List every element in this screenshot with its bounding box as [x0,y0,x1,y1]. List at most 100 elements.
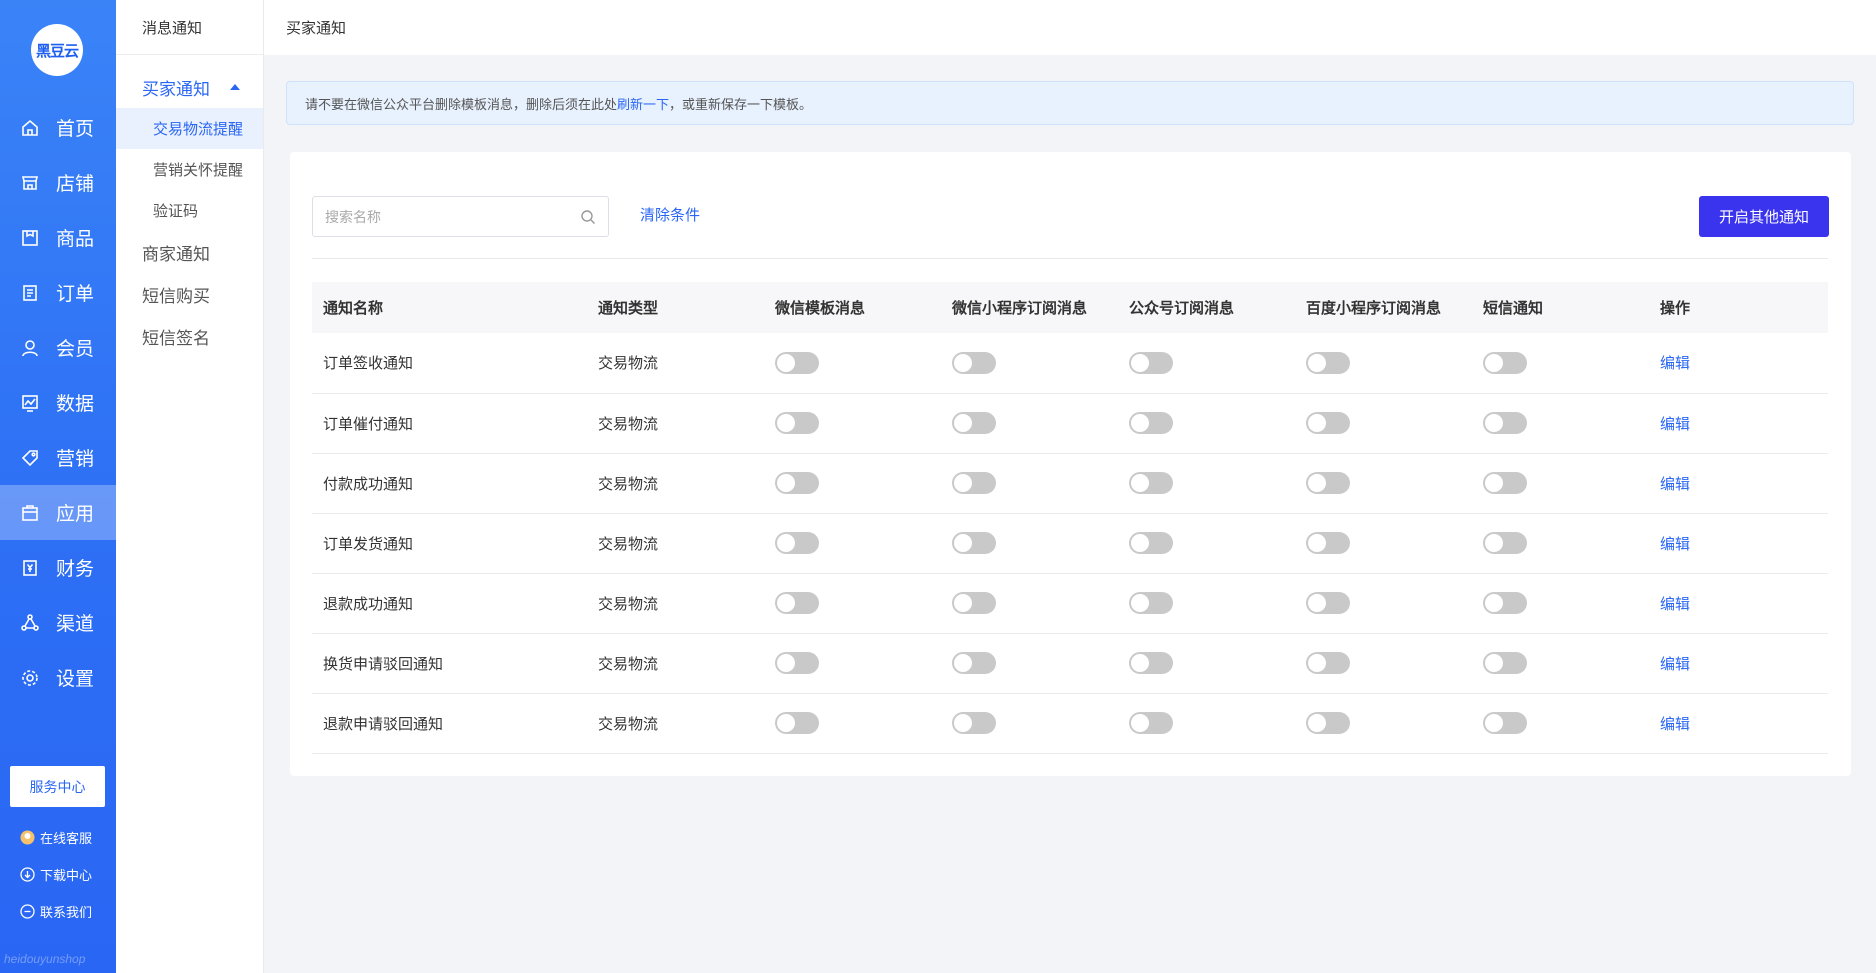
wechat-mini-toggle[interactable] [952,712,996,734]
col-header-type: 通知类型 [587,282,764,333]
download-center-link[interactable]: 下载中心 [20,865,92,884]
submenu-item-marketing-care[interactable]: 营销关怀提醒 [116,149,263,190]
wechat-mini-toggle[interactable] [952,351,996,374]
edit-link[interactable]: 编辑 [1660,656,1690,673]
official-account-toggle[interactable] [1129,592,1173,614]
enable-other-notifications-button[interactable]: 开启其他通知 [1699,196,1829,237]
brand-logo[interactable]: 黑豆云 [31,24,83,76]
wechat-mini-toggle[interactable] [952,592,996,614]
wechat-template-toggle[interactable] [775,412,819,434]
toggle-cell [1472,573,1649,634]
official-account-toggle[interactable] [1129,532,1173,554]
search-input[interactable] [325,208,580,225]
toggle-cell [1295,633,1472,694]
nav-settings[interactable]: 设置 [0,650,116,705]
official-account-toggle[interactable] [1129,712,1173,734]
wechat-mini-toggle[interactable] [952,652,996,674]
app-icon [20,503,40,523]
submenu-buyer-group[interactable]: 买家通知 [116,66,263,108]
submenu-sms-sign[interactable]: 短信签名 [116,315,263,357]
wechat-template-toggle[interactable] [775,351,819,374]
table-header-row: 通知名称 通知类型 微信模板消息 微信小程序订阅消息 公众号订阅消息 百度小程序… [312,282,1828,333]
sms-toggle[interactable] [1483,472,1527,494]
toggle-cell [941,333,1118,394]
sms-toggle[interactable] [1483,592,1527,614]
edit-link[interactable]: 编辑 [1660,596,1690,613]
nav-data[interactable]: 数据 [0,375,116,430]
notification-name: 付款成功通知 [312,453,587,514]
nav-order[interactable]: 订单 [0,265,116,320]
finance-icon [20,558,40,578]
search-box[interactable] [312,196,609,237]
contact-us-link[interactable]: 联系我们 [20,902,92,921]
nav-channel-label: 渠道 [56,614,95,635]
wechat-template-toggle[interactable] [775,712,819,734]
nav-app[interactable]: 应用 [0,485,116,540]
wechat-template-toggle[interactable] [775,472,819,494]
wechat-mini-toggle[interactable] [952,532,996,554]
sms-toggle[interactable] [1483,532,1527,554]
nav-goods[interactable]: 商品 [0,210,116,265]
wechat-mini-toggle[interactable] [952,412,996,434]
edit-link[interactable]: 编辑 [1660,355,1690,372]
download-icon [20,867,35,882]
service-center-button[interactable]: 服务中心 [10,766,105,807]
official-account-toggle[interactable] [1129,351,1173,374]
notification-type: 交易物流 [587,633,764,694]
baidu-mini-toggle[interactable] [1306,351,1350,374]
nav-goods-label: 商品 [56,229,95,250]
baidu-mini-toggle[interactable] [1306,412,1350,434]
official-account-toggle[interactable] [1129,472,1173,494]
wechat-template-toggle[interactable] [775,592,819,614]
toggle-cell [941,633,1118,694]
edit-link[interactable]: 编辑 [1660,416,1690,433]
notice-banner: 请不要在微信公众平台删除模板消息，删除后须在此处 刷新一下 ，或重新保存一下模板… [286,81,1854,125]
submenu-item-verify-code[interactable]: 验证码 [116,190,263,231]
toggle-cell [1118,633,1295,694]
search-icon[interactable] [580,209,596,225]
clear-filters-button[interactable]: 清除条件 [640,204,700,225]
baidu-mini-toggle[interactable] [1306,472,1350,494]
official-account-toggle[interactable] [1129,652,1173,674]
nav-member[interactable]: 会员 [0,320,116,375]
baidu-mini-toggle[interactable] [1306,712,1350,734]
nav-marketing-label: 营销 [56,449,95,470]
toggle-cell [941,393,1118,454]
wechat-template-toggle[interactable] [775,532,819,554]
submenu-merchant[interactable]: 商家通知 [116,231,263,273]
action-cell: 编辑 [1649,453,1828,514]
wechat-mini-toggle[interactable] [952,472,996,494]
notification-type: 交易物流 [587,513,764,574]
nav-home[interactable]: 首页 [0,100,116,155]
official-account-toggle[interactable] [1129,412,1173,434]
sms-toggle[interactable] [1483,412,1527,434]
online-service-label: 在线客服 [40,831,93,846]
col-header-wechat-mini: 微信小程序订阅消息 [941,282,1118,333]
edit-link[interactable]: 编辑 [1660,716,1690,733]
notice-prefix: 请不要在微信公众平台删除模板消息，删除后须在此处 [305,96,618,112]
sms-toggle[interactable] [1483,712,1527,734]
divider [312,258,1828,259]
refresh-link[interactable]: 刷新一下 [617,94,669,113]
toggle-cell [1118,693,1295,754]
wechat-template-toggle[interactable] [775,652,819,674]
toggle-cell [764,333,941,394]
baidu-mini-toggle[interactable] [1306,652,1350,674]
baidu-mini-toggle[interactable] [1306,532,1350,554]
submenu-item-trade-logistics[interactable]: 交易物流提醒 [116,108,263,149]
nav-channel[interactable]: 渠道 [0,595,116,650]
online-service-link[interactable]: 在线客服 [20,828,92,847]
main-nav: 首页 店铺 商品 订单 会员 数据 营销 应用 财务 渠道 设置 [0,100,116,705]
notification-type: 交易物流 [587,453,764,514]
baidu-mini-toggle[interactable] [1306,592,1350,614]
nav-marketing[interactable]: 营销 [0,430,116,485]
submenu-sms-buy[interactable]: 短信购买 [116,273,263,315]
sms-toggle[interactable] [1483,652,1527,674]
nav-finance[interactable]: 财务 [0,540,116,595]
chevron-up-icon [230,84,240,90]
edit-link[interactable]: 编辑 [1660,536,1690,553]
nav-store[interactable]: 店铺 [0,155,116,210]
edit-link[interactable]: 编辑 [1660,476,1690,493]
sms-toggle[interactable] [1483,351,1527,374]
gear-icon [20,668,40,688]
